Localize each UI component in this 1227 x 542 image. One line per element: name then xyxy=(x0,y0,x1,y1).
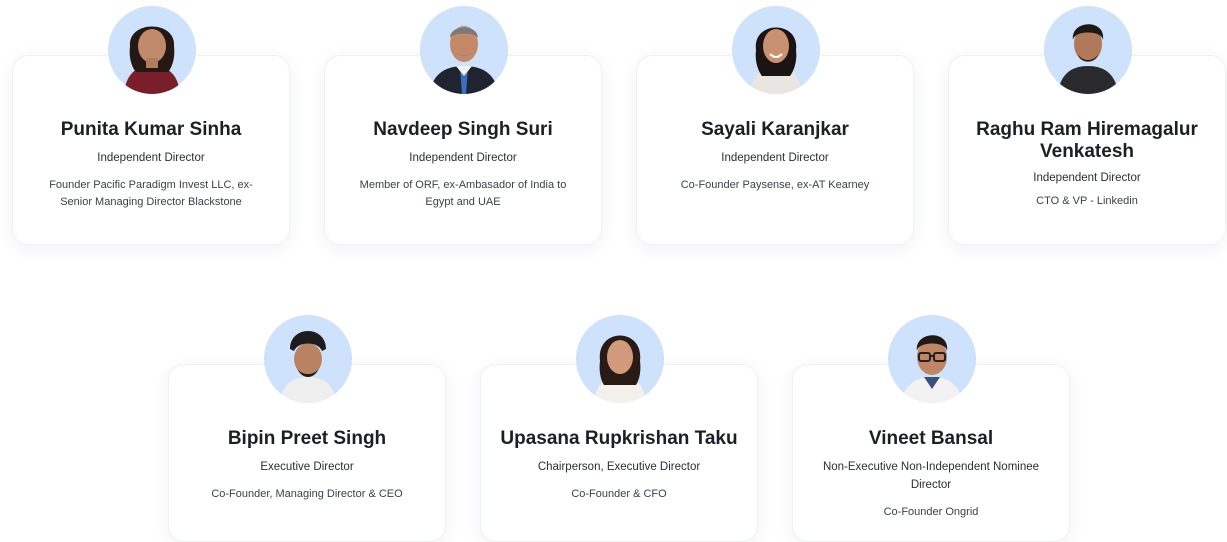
director-avatar xyxy=(420,6,508,94)
director-description: Member of ORF, ex-Ambasador of India to … xyxy=(359,179,567,208)
director-role: Chairperson, Executive Director xyxy=(537,461,701,473)
director-name: Vineet Bansal xyxy=(868,428,994,449)
director-role: Independent Director xyxy=(409,152,517,164)
director-avatar xyxy=(264,315,352,403)
director-name: Navdeep Singh Suri xyxy=(373,119,553,140)
director-description: Co-Founder Ongrid xyxy=(883,506,979,518)
person-portrait-icon xyxy=(108,6,196,94)
person-portrait-icon xyxy=(264,315,352,403)
board-of-directors-grid: Punita Kumar Sinha Independent Director … xyxy=(0,0,1227,542)
person-portrait-icon xyxy=(576,315,664,403)
person-portrait-icon xyxy=(888,315,976,403)
person-portrait-icon xyxy=(732,6,820,94)
director-description: Founder Pacific Paradigm Invest LLC, ex-… xyxy=(49,179,253,208)
director-name: Raghu Ram Hiremagalur Venkatesh xyxy=(976,119,1198,162)
director-avatar xyxy=(732,6,820,94)
director-avatar xyxy=(576,315,664,403)
director-name: Punita Kumar Sinha xyxy=(60,119,242,140)
director-avatar xyxy=(888,315,976,403)
director-role: Independent Director xyxy=(97,152,205,164)
director-description: Co-Founder & CFO xyxy=(571,488,667,500)
director-avatar xyxy=(108,6,196,94)
director-role: Executive Director xyxy=(260,461,354,473)
person-portrait-icon xyxy=(1044,6,1132,94)
director-role: Non-Executive Non-Independent Nominee Di… xyxy=(822,461,1040,491)
director-name: Upasana Rupkrishan Taku xyxy=(500,428,738,449)
director-description: Co-Founder, Managing Director & CEO xyxy=(211,488,403,500)
director-description: CTO & VP - Linkedin xyxy=(1036,195,1138,207)
director-name: Sayali Karanjkar xyxy=(701,119,849,140)
person-portrait-icon xyxy=(420,6,508,94)
director-description: Co-Founder Paysense, ex-AT Kearney xyxy=(680,179,870,191)
director-name: Bipin Preet Singh xyxy=(227,428,387,449)
director-role: Independent Director xyxy=(721,152,829,164)
director-role: Independent Director xyxy=(1033,172,1141,184)
director-avatar xyxy=(1044,6,1132,94)
